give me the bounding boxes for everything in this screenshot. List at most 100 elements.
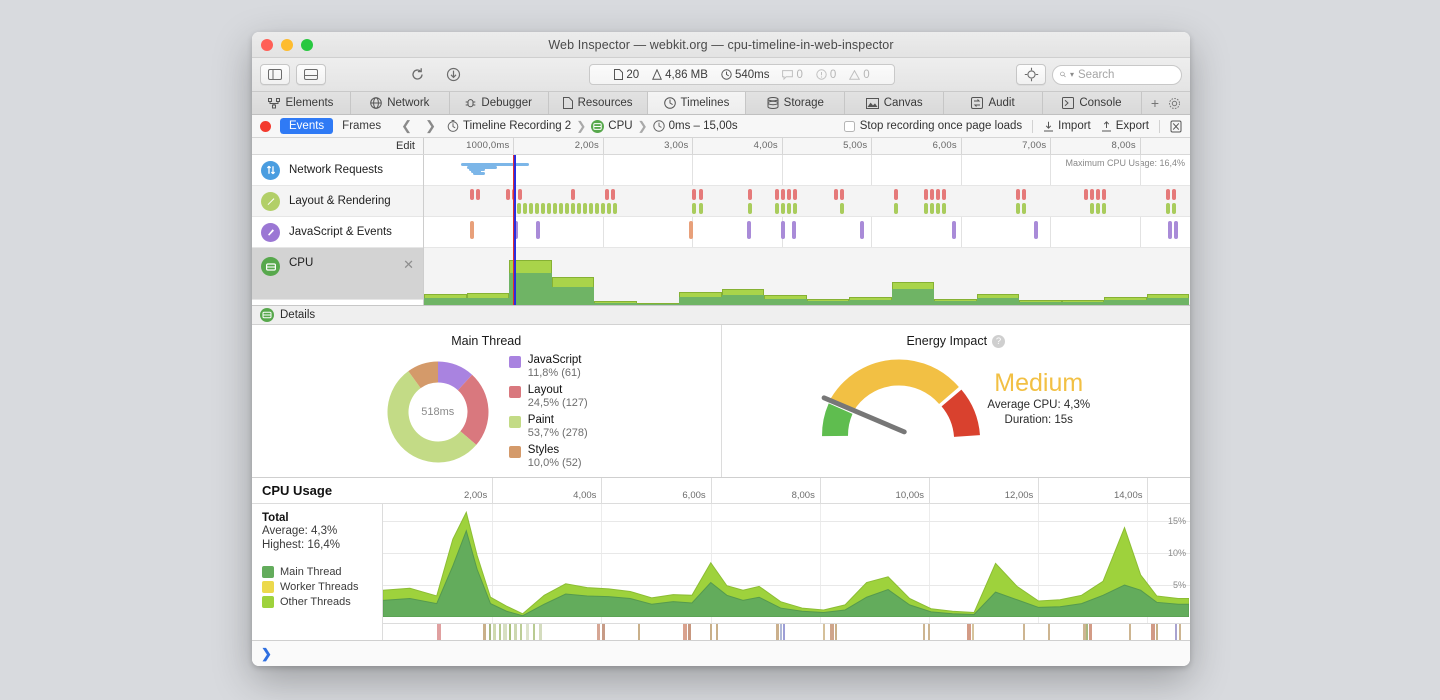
cpu-event-mark[interactable] — [1151, 624, 1155, 640]
cpu-event-mark[interactable] — [967, 624, 971, 640]
paint-event-marker[interactable] — [565, 203, 569, 214]
cpu-event-mark[interactable] — [493, 624, 496, 640]
cpu-event-mark[interactable] — [1129, 624, 1131, 640]
paint-event-marker[interactable] — [1166, 203, 1170, 214]
cpu-event-mark[interactable] — [1048, 624, 1050, 640]
cpu-event-mark[interactable] — [972, 624, 974, 640]
paint-event-marker[interactable] — [577, 203, 581, 214]
view-mode-segmented-control[interactable]: Events Frames — [280, 118, 390, 134]
cpu-event-mark[interactable] — [1023, 624, 1025, 640]
javascript-event-marker[interactable] — [1034, 221, 1038, 239]
cpu-event-mark[interactable] — [823, 624, 825, 640]
cpu-event-mark[interactable] — [1156, 624, 1158, 640]
cpu-event-mark[interactable] — [503, 624, 507, 640]
tab-storage[interactable]: Storage — [746, 92, 846, 114]
layout-event-marker[interactable] — [692, 189, 696, 200]
cpu-event-mark[interactable] — [710, 624, 712, 640]
cpu-event-mark[interactable] — [499, 624, 501, 640]
paint-event-marker[interactable] — [924, 203, 928, 214]
paint-event-marker[interactable] — [1096, 203, 1100, 214]
javascript-event-marker[interactable] — [689, 221, 693, 239]
paint-event-marker[interactable] — [894, 203, 898, 214]
layout-event-marker[interactable] — [781, 189, 785, 200]
timeline-lane[interactable] — [424, 155, 1190, 186]
sidebar-item-cpu[interactable]: CPU ✕ — [252, 248, 423, 300]
import-button[interactable]: Import — [1043, 120, 1091, 132]
layout-event-marker[interactable] — [840, 189, 844, 200]
tab-timelines[interactable]: Timelines — [647, 92, 747, 114]
paint-event-marker[interactable] — [529, 203, 533, 214]
paint-event-marker[interactable] — [942, 203, 946, 214]
layout-event-marker[interactable] — [936, 189, 940, 200]
cpu-event-mark[interactable] — [539, 624, 542, 640]
back-button[interactable]: ❮ — [399, 118, 414, 134]
paint-event-marker[interactable] — [936, 203, 940, 214]
cpu-event-mark[interactable] — [688, 624, 691, 640]
cpu-event-strip[interactable] — [383, 623, 1190, 640]
tab-resources[interactable]: Resources — [549, 92, 648, 114]
layout-event-marker[interactable] — [775, 189, 779, 200]
javascript-event-marker[interactable] — [781, 221, 785, 239]
layout-event-marker[interactable] — [834, 189, 838, 200]
cpu-event-mark[interactable] — [489, 624, 491, 640]
tab-console[interactable]: Console — [1043, 92, 1142, 114]
cpu-event-mark[interactable] — [437, 624, 441, 640]
paint-event-marker[interactable] — [793, 203, 797, 214]
cpu-event-mark[interactable] — [835, 624, 837, 640]
search-dropdown-arrow-icon[interactable]: ▾ — [1070, 70, 1074, 79]
inspect-element-button[interactable] — [1016, 64, 1046, 85]
segment-events[interactable]: Events — [280, 118, 334, 134]
close-cpu-timeline-button[interactable]: ✕ — [403, 257, 414, 273]
paint-event-marker[interactable] — [748, 203, 752, 214]
paint-event-marker[interactable] — [775, 203, 779, 214]
legend-item-styles[interactable]: Styles 10,0% (52) — [508, 444, 588, 470]
legend-item-paint[interactable]: Paint 53,7% (278) — [508, 414, 588, 440]
help-icon[interactable]: ? — [992, 335, 1006, 348]
cpu-event-mark[interactable] — [780, 624, 782, 640]
layout-event-marker[interactable] — [1022, 189, 1026, 200]
paint-event-marker[interactable] — [601, 203, 605, 214]
cpu-event-mark[interactable] — [597, 624, 600, 640]
layout-event-marker[interactable] — [476, 189, 480, 200]
add-tab-icon[interactable]: + — [1151, 95, 1159, 111]
paint-event-marker[interactable] — [541, 203, 545, 214]
paint-event-marker[interactable] — [559, 203, 563, 214]
layout-event-marker[interactable] — [1084, 189, 1088, 200]
layout-event-marker[interactable] — [506, 189, 510, 200]
paint-event-marker[interactable] — [607, 203, 611, 214]
layout-event-marker[interactable] — [894, 189, 898, 200]
javascript-event-marker[interactable] — [470, 221, 474, 239]
layout-event-marker[interactable] — [1016, 189, 1020, 200]
paint-event-marker[interactable] — [781, 203, 785, 214]
layout-event-marker[interactable] — [699, 189, 703, 200]
layout-event-marker[interactable] — [1090, 189, 1094, 200]
record-button[interactable] — [260, 120, 271, 132]
paint-event-marker[interactable] — [571, 203, 575, 214]
legend-item-javascript[interactable]: JavaScript 11,8% (61) — [508, 354, 588, 380]
legend-other-threads[interactable]: Other Threads — [262, 596, 382, 608]
cpu-event-mark[interactable] — [776, 624, 779, 640]
tab-network[interactable]: Network — [351, 92, 450, 114]
network-request-bar[interactable] — [473, 172, 485, 175]
cpu-event-mark[interactable] — [783, 624, 785, 640]
cpu-event-mark[interactable] — [716, 624, 718, 640]
layout-event-marker[interactable] — [470, 189, 474, 200]
cpu-event-mark[interactable] — [830, 624, 834, 640]
legend-item-layout[interactable]: Layout 24,5% (127) — [508, 384, 588, 410]
reload-button[interactable] — [402, 64, 432, 85]
layout-event-marker[interactable] — [942, 189, 946, 200]
tab-canvas[interactable]: Canvas — [845, 92, 945, 114]
paint-event-marker[interactable] — [692, 203, 696, 214]
sidebar-item-javascript-events[interactable]: JavaScript & Events — [252, 217, 423, 248]
paint-event-marker[interactable] — [1102, 203, 1106, 214]
clear-timeline-icon[interactable] — [1170, 120, 1182, 133]
layout-event-marker[interactable] — [1172, 189, 1176, 200]
layout-event-marker[interactable] — [605, 189, 609, 200]
tab-audit[interactable]: Audit — [944, 92, 1043, 114]
layout-event-marker[interactable] — [571, 189, 575, 200]
paint-event-marker[interactable] — [517, 203, 521, 214]
paint-event-marker[interactable] — [547, 203, 551, 214]
javascript-event-marker[interactable] — [747, 221, 751, 239]
paint-event-marker[interactable] — [589, 203, 593, 214]
paint-event-marker[interactable] — [583, 203, 587, 214]
